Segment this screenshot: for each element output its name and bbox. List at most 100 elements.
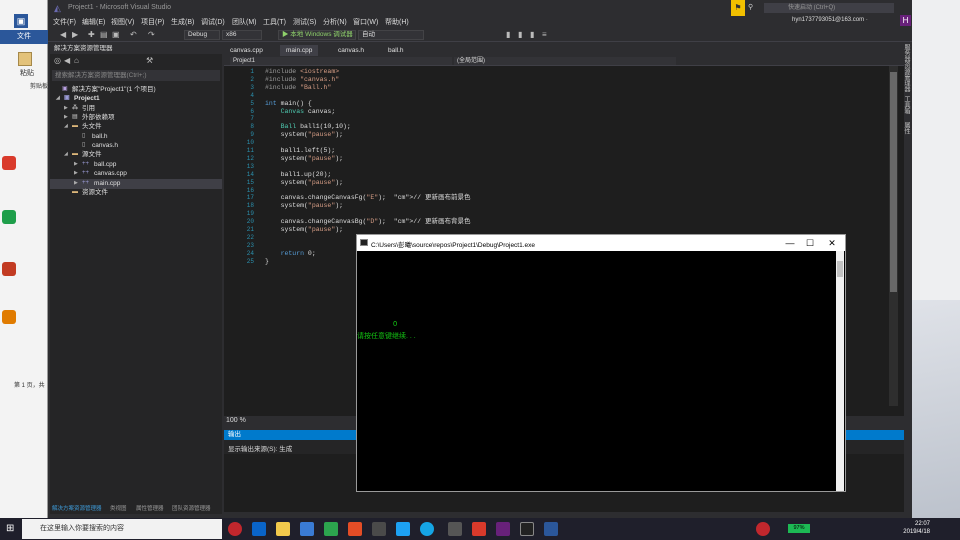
tray-app-icon[interactable] — [756, 522, 770, 536]
tab-properties[interactable]: 属性 — [902, 122, 911, 134]
line-number: 19 — [246, 210, 254, 218]
menu-file[interactable]: 文件(F) — [53, 17, 76, 27]
bookmark-next-icon[interactable]: ▮ — [530, 31, 538, 39]
tree-node-project[interactable]: ◢ ▣ Project1 — [50, 94, 222, 104]
config-select[interactable]: Debug — [184, 30, 220, 40]
app-icon[interactable] — [348, 522, 362, 536]
menu-build[interactable]: 生成(B) — [171, 17, 194, 27]
menu-tools[interactable]: 工具(T) — [263, 17, 286, 27]
tab-class-view[interactable]: 类视图 — [110, 505, 127, 514]
save-all-icon[interactable]: ▣ — [112, 31, 120, 39]
tree-node-source-files[interactable]: ◢ ▬ 源文件 — [50, 150, 222, 160]
tree-node-label: 资源文件 — [82, 189, 108, 196]
menu-team[interactable]: 团队(M) — [232, 17, 257, 27]
start-icon[interactable]: ⊞ — [6, 523, 17, 534]
editor-scrollbar[interactable] — [889, 66, 898, 406]
tree-node-header-files[interactable]: ◢ ▬ 头文件 — [50, 122, 222, 132]
tab-main-cpp[interactable]: main.cpp — [280, 45, 319, 56]
explorer-icon[interactable] — [276, 522, 290, 536]
app-icon[interactable] — [448, 522, 462, 536]
app-icon[interactable] — [324, 522, 338, 536]
start-debugging-button[interactable]: ▶ 本地 Windows 调试器 — [278, 30, 356, 40]
edge-icon[interactable] — [252, 522, 266, 536]
battery-indicator[interactable]: 97% — [788, 524, 810, 533]
console-task-icon[interactable] — [520, 522, 534, 536]
app-icon[interactable] — [396, 522, 410, 536]
sync-icon[interactable]: ◎ — [54, 57, 62, 65]
home-icon[interactable]: ⌂ — [74, 57, 82, 65]
word-window: ▣ 文件 粘贴 剪贴板 第 1 页，共 — [0, 0, 48, 518]
output-source-select[interactable]: 显示输出来源(S): 生成 — [228, 443, 292, 453]
bookmark-prev-icon[interactable]: ▮ — [518, 31, 526, 39]
forward-icon[interactable]: ▶ — [72, 31, 80, 39]
line-number: 18 — [246, 202, 254, 210]
tab-canvas-h[interactable]: canvas.h — [332, 45, 370, 56]
save-icon[interactable]: ▣ — [14, 14, 28, 28]
menu-analyze[interactable]: 分析(N) — [323, 17, 347, 27]
quick-launch-input[interactable]: 快速启动 (Ctrl+Q) — [764, 3, 894, 13]
console-scrollbar[interactable] — [836, 251, 844, 491]
tree-node-resource-files[interactable]: ▬ 资源文件 — [50, 188, 222, 198]
wrench-icon[interactable]: ⚒ — [146, 57, 154, 65]
back-icon[interactable]: ◀ — [60, 31, 68, 39]
back-icon[interactable]: ◀ — [64, 57, 72, 65]
menu-debug[interactable]: 调试(D) — [201, 17, 225, 27]
redo-icon[interactable]: ↷ — [148, 31, 156, 39]
desktop-app-icon[interactable] — [2, 210, 16, 224]
code-line: system("pause"); — [265, 178, 344, 186]
line-number: 4 — [250, 91, 254, 99]
new-file-icon[interactable]: ✚ — [88, 31, 96, 39]
app-icon[interactable] — [420, 522, 434, 536]
vs-logo-icon: ◭ — [54, 3, 61, 13]
app-icon[interactable] — [472, 522, 486, 536]
comment-icon[interactable]: ≡ — [542, 31, 550, 39]
menu-window[interactable]: 窗口(W) — [353, 17, 378, 27]
line-number: 9 — [250, 131, 254, 139]
solution-search-input[interactable]: 搜索解决方案资源管理器(Ctrl+;) — [52, 70, 220, 81]
clock[interactable]: 22:07 2019/4/18 — [890, 520, 930, 536]
tab-toolbox[interactable]: 工具箱 — [902, 96, 911, 114]
tab-ball-h[interactable]: ball.h — [382, 45, 410, 56]
account-label[interactable]: hyn1737793051@163.com · — [792, 17, 868, 23]
close-button[interactable]: ✕ — [823, 237, 841, 249]
desktop-app-icon[interactable] — [2, 262, 16, 276]
project-dropdown[interactable]: Project1 — [230, 57, 452, 65]
menu-view[interactable]: 视图(V) — [111, 17, 134, 27]
app-icon[interactable] — [372, 522, 386, 536]
console-window[interactable]: C:\Users\彭曦\source\repos\Project1\Debug\… — [356, 234, 846, 492]
maximize-button[interactable]: ☐ — [801, 237, 819, 249]
scope-dropdown[interactable]: (全局范围) — [454, 57, 676, 65]
avatar[interactable]: H — [900, 15, 911, 26]
zoom-level[interactable]: 100 % — [226, 417, 246, 424]
menu-help[interactable]: 帮助(H) — [385, 17, 409, 27]
tab-canvas-cpp[interactable]: canvas.cpp — [224, 45, 269, 56]
tab-solution-explorer[interactable]: 解决方案资源管理器 — [52, 505, 102, 514]
word-file-tab[interactable]: 文件 — [0, 30, 48, 44]
line-number: 24 — [246, 249, 254, 257]
paste-icon[interactable] — [18, 52, 32, 66]
toolbar: ◀ ▶ ✚ ▤ ▣ ↶ ↷ Debug x86 ▶ 本地 Windows 调试器… — [48, 28, 912, 42]
store-icon[interactable] — [300, 522, 314, 536]
word-icon[interactable] — [544, 522, 558, 536]
minimize-button[interactable]: — — [781, 237, 799, 249]
taskbar-search-input[interactable]: 在这里输入你要搜索的内容 — [22, 519, 222, 539]
feedback-icon[interactable]: ⚲ — [748, 3, 753, 11]
desktop-app-icon[interactable] — [2, 156, 16, 170]
menu-test[interactable]: 测试(S) — [293, 17, 316, 27]
undo-icon[interactable]: ↶ — [130, 31, 138, 39]
tab-server-explorer[interactable]: 服务器资源管理器 — [902, 44, 911, 92]
tab-team-explorer[interactable]: 团队资源管理器 — [172, 505, 211, 514]
menu-project[interactable]: 项目(P) — [141, 17, 164, 27]
code-line: #include "canvas.h" — [265, 75, 340, 83]
run-mode-select[interactable]: 自动 — [358, 30, 424, 40]
platform-select[interactable]: x86 — [222, 30, 262, 40]
app-icon[interactable] — [228, 522, 242, 536]
desktop-app-icon[interactable] — [2, 310, 16, 324]
tab-property-manager[interactable]: 属性管理器 — [136, 505, 164, 514]
bookmark-icon[interactable]: ▮ — [506, 31, 514, 39]
visual-studio-icon[interactable] — [496, 522, 510, 536]
notification-flag-icon[interactable]: ⚑ — [731, 0, 745, 16]
menu-edit[interactable]: 编辑(E) — [82, 17, 105, 27]
tree-node-canvas-cpp[interactable]: ▶ ++ canvas.cpp — [50, 169, 222, 179]
open-folder-icon[interactable]: ▤ — [100, 31, 108, 39]
